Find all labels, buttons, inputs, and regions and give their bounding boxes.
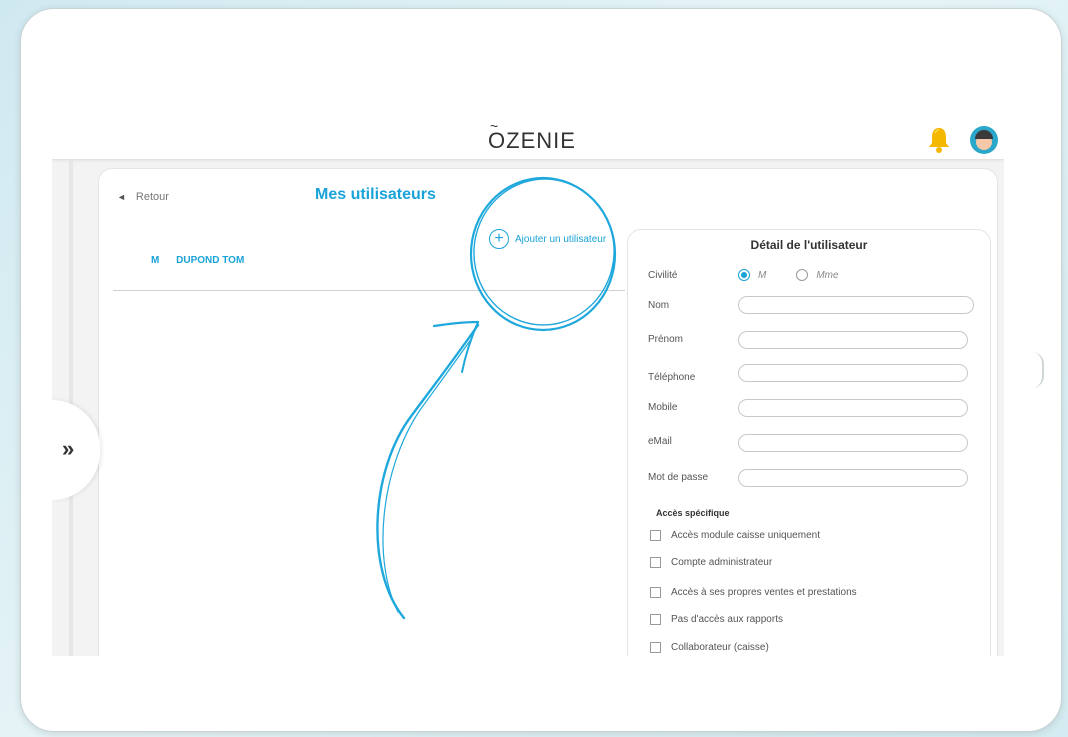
logo-o: ~ O [488, 120, 506, 154]
access-option-admin[interactable]: Compte administrateur [650, 557, 772, 568]
email-field[interactable] [738, 434, 968, 452]
app-logo[interactable]: ~ OZENIE [488, 120, 576, 154]
access-option-label: Compte administrateur [671, 557, 773, 568]
prenom-label: Prénom [648, 334, 684, 345]
access-option-label: Accès module caisse uniquement [671, 530, 820, 541]
access-option-collaborateur[interactable]: Collaborateur (caisse) [650, 642, 769, 653]
page-title: Mes utilisateurs [315, 186, 436, 203]
user-name: DUPOND TOM [176, 255, 245, 266]
access-option-label: Accès à ses propres ventes et prestation… [671, 587, 857, 598]
email-label: eMail [648, 436, 672, 447]
prenom-field[interactable] [738, 331, 968, 349]
civility-option-mme-label: Mme [816, 269, 839, 281]
access-option-caisse[interactable]: Accès module caisse uniquement [650, 530, 820, 541]
app-screen: ~ OZENIE ◄ Retour Mes utilisateurs + Ajout… [52, 120, 1004, 656]
civility-radio-group: M Mme [738, 269, 869, 281]
add-user-button[interactable]: + Ajouter un utilisateur [489, 229, 606, 249]
checkbox[interactable] [650, 614, 661, 625]
nom-label: Nom [648, 300, 670, 311]
mobile-label: Mobile [648, 402, 678, 413]
triangle-left-icon: ◄ [117, 192, 126, 202]
checkbox[interactable] [650, 557, 661, 568]
bell-icon[interactable] [926, 126, 952, 154]
telephone-field[interactable] [738, 364, 968, 382]
user-detail-panel: Détail de l'utilisateur Civilité M Mme N… [627, 229, 991, 656]
radio-mme[interactable] [796, 269, 809, 281]
civility-label: Civilité [648, 270, 678, 281]
list-divider [113, 290, 625, 291]
password-label: Mot de passe [648, 472, 709, 483]
radio-m[interactable] [738, 269, 750, 281]
checkbox[interactable] [650, 530, 661, 541]
telephone-label: Téléphone [648, 372, 696, 383]
civility-option-m-label: M [758, 269, 767, 281]
add-user-label: Ajouter un utilisateur [515, 233, 607, 245]
civility-option-mme[interactable]: Mme [796, 269, 839, 281]
access-option-label: Pas d'accès aux rapports [671, 614, 783, 625]
checkbox[interactable] [650, 642, 661, 653]
access-section-label: Accès spécifique [656, 508, 730, 518]
list-item[interactable]: M DUPOND TOM [151, 255, 244, 266]
access-option-own-sales[interactable]: Accès à ses propres ventes et prestation… [650, 587, 857, 598]
avatar-hair [975, 130, 993, 139]
civility-option-m[interactable]: M [738, 269, 766, 281]
checkbox[interactable] [650, 587, 661, 598]
expand-sidebar-button[interactable]: » [52, 400, 100, 500]
logo-tilde: ~ [490, 120, 500, 134]
user-civility: M [151, 255, 160, 266]
logo-text: ZENIE [506, 128, 576, 153]
detail-title: Détail de l'utilisateur [750, 238, 868, 252]
access-option-label: Collaborateur (caisse) [671, 642, 769, 653]
password-field[interactable] [738, 469, 968, 487]
plus-circle-icon: + [489, 229, 509, 249]
mobile-field[interactable] [738, 399, 968, 417]
avatar[interactable] [970, 126, 998, 154]
nom-field[interactable] [738, 296, 974, 314]
double-chevron-right-icon: » [62, 436, 75, 461]
back-button[interactable]: ◄ Retour [117, 191, 169, 203]
access-option-no-reports[interactable]: Pas d'accès aux rapports [650, 614, 783, 625]
back-label: Retour [135, 191, 169, 203]
users-panel: ◄ Retour Mes utilisateurs + Ajouter un ut… [98, 168, 998, 656]
top-header: ~ OZENIE [52, 120, 1004, 160]
